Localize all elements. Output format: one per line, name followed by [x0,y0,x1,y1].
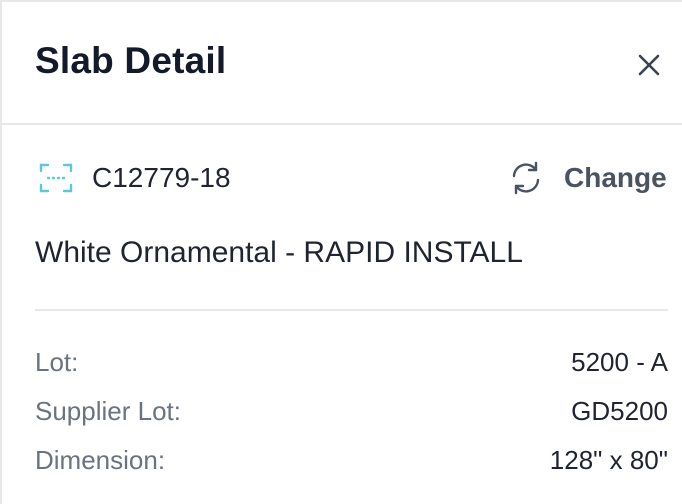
slab-detail-panel: Slab Detail C12779-18 Change White Ornam… [0,0,682,504]
detail-value: GD5200 [571,395,668,426]
detail-value: 128" x 80" [549,444,668,475]
page-title: Slab Detail [35,40,227,81]
detail-label: Lot: [35,346,79,377]
close-button[interactable] [632,48,666,82]
detail-label: Supplier Lot: [35,395,181,426]
close-icon [638,54,660,76]
divider [35,309,668,311]
slab-id-row: C12779-18 Change [2,152,682,204]
detail-row-supplier-lot: Supplier Lot: GD5200 [35,391,668,431]
detail-row-lot: Lot: 5200 - A [35,342,668,382]
detail-label: Dimension: [35,444,166,475]
slab-name: White Ornamental - RAPID INSTALL [35,236,523,269]
change-button[interactable]: Change [508,158,667,198]
slab-id: C12779-18 [92,162,231,193]
detail-value: 5200 - A [571,346,668,377]
detail-row-dimension: Dimension: 128" x 80" [35,440,668,480]
panel-header: Slab Detail [2,2,682,125]
change-label: Change [564,162,667,193]
refresh-icon [512,161,540,195]
barcode-scan-icon [39,163,73,193]
